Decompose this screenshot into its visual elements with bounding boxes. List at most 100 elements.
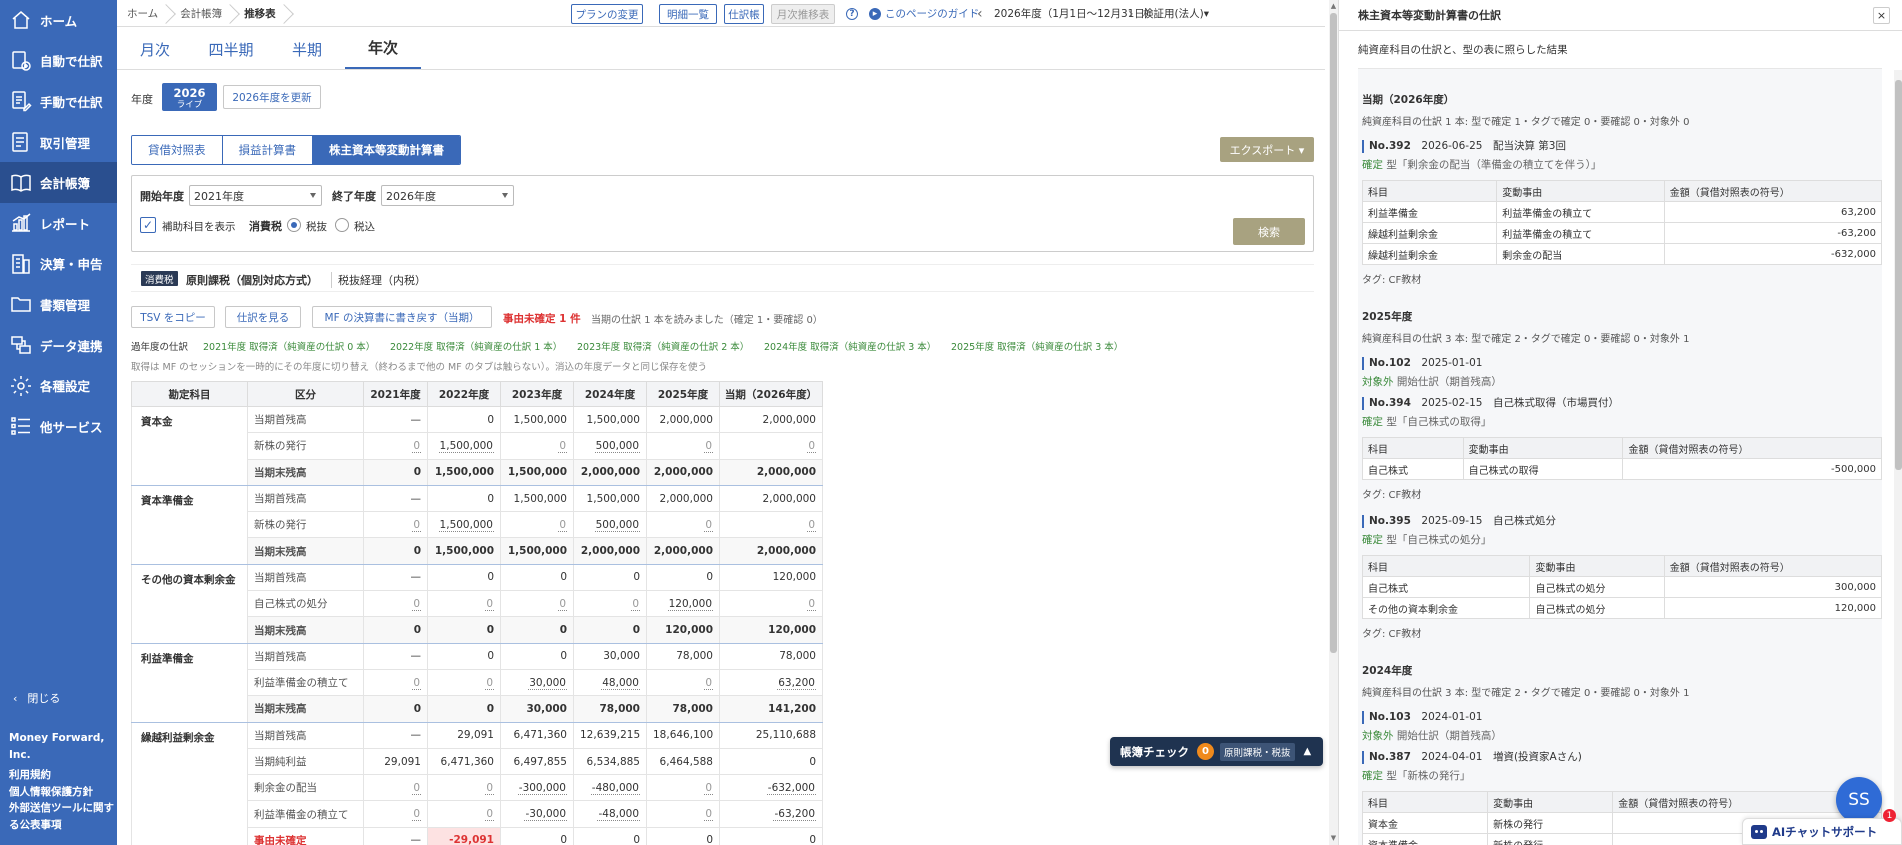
amount-cell[interactable]: 0 bbox=[363, 774, 428, 802]
amount-cell[interactable]: 0 bbox=[646, 432, 720, 460]
tab-annual[interactable]: 年次 bbox=[345, 28, 421, 70]
sidebar-item-1[interactable]: 自動で仕訳 bbox=[0, 41, 117, 82]
end-year-select[interactable]: 2026年度 bbox=[381, 185, 514, 206]
tab-balance-sheet[interactable]: 貸借対照表 bbox=[132, 136, 223, 164]
year-select-button[interactable]: 2026 ライブ bbox=[162, 83, 217, 111]
sidebar-item-0[interactable]: ホーム bbox=[0, 0, 117, 41]
journal-entry-link[interactable]: No.394 2025-02-15 自己株式取得（市場買付） bbox=[1362, 397, 1878, 410]
amount-cell[interactable]: 0 bbox=[573, 590, 647, 618]
update-year-button[interactable]: 2026年度を更新 bbox=[223, 85, 321, 109]
breadcrumb-ledger[interactable]: 会計帳簿 bbox=[170, 0, 234, 27]
prev-year-2024-link[interactable]: 2024年度 取得済（純資産の仕訳 3 本） bbox=[764, 339, 936, 353]
search-button[interactable]: 検索 bbox=[1233, 218, 1305, 245]
tab-income-statement[interactable]: 損益計算書 bbox=[222, 136, 313, 164]
journal-entry-link[interactable]: No.387 2024-04-01 増資(投資家Aさん) bbox=[1362, 751, 1878, 764]
amount-cell[interactable]: 48,000 bbox=[573, 668, 647, 697]
amount-cell[interactable]: 0 bbox=[719, 511, 823, 539]
amount-cell[interactable]: 500,000 bbox=[573, 432, 647, 460]
user-avatar[interactable]: SS bbox=[1836, 777, 1882, 823]
amount-cell[interactable]: 0 bbox=[363, 432, 428, 460]
amount-cell[interactable]: 0 bbox=[500, 590, 574, 618]
journal-entry-link[interactable]: No.103 2024-01-01 bbox=[1362, 711, 1878, 724]
sidebar-item-5[interactable]: レポート bbox=[0, 203, 117, 244]
amount-cell[interactable]: -48,000 bbox=[573, 800, 647, 828]
amount-cell[interactable]: 0 bbox=[719, 432, 823, 460]
tab-quarterly[interactable]: 四半期 bbox=[193, 28, 269, 70]
ai-chat-support-button[interactable]: AIチャットサポート bbox=[1742, 818, 1902, 845]
amount-cell[interactable]: 500,000 bbox=[573, 511, 647, 539]
amount-cell[interactable]: 0 bbox=[646, 668, 720, 697]
amount-cell[interactable]: -632,000 bbox=[719, 774, 823, 802]
amount-cell[interactable]: 30,000 bbox=[500, 668, 574, 697]
close-panel-button[interactable]: × bbox=[1873, 7, 1890, 24]
external-tools-link[interactable]: 外部送信ツールに関する公表事項 bbox=[9, 800, 117, 833]
amount-cell[interactable]: -480,000 bbox=[573, 774, 647, 802]
sidebar-close-button[interactable]: ‹ 閉じる bbox=[0, 688, 117, 708]
privacy-link[interactable]: 個人情報保護方針 bbox=[9, 784, 117, 801]
amount-cell[interactable]: 0 bbox=[646, 511, 720, 539]
amount-cell[interactable]: 0 bbox=[363, 668, 428, 697]
amount-cell[interactable]: 0 bbox=[427, 668, 501, 697]
panel-scroll-thumb[interactable] bbox=[1895, 80, 1902, 470]
sidebar-item-4[interactable]: 会計帳簿 bbox=[0, 162, 117, 203]
amount-cell[interactable]: -300,000 bbox=[500, 774, 574, 802]
journal-button[interactable]: 仕訳帳 bbox=[724, 4, 764, 24]
journal-entry-link[interactable]: No.102 2025-01-01 bbox=[1362, 357, 1878, 370]
next-year-button[interactable]: › bbox=[1128, 0, 1134, 27]
amount-cell[interactable]: 0 bbox=[500, 432, 574, 460]
start-year-select[interactable]: 2021年度 bbox=[189, 185, 322, 206]
sidebar-item-3[interactable]: 取引管理 bbox=[0, 122, 117, 163]
panel-scrollbar[interactable] bbox=[1894, 70, 1902, 845]
amount-cell[interactable]: -30,000 bbox=[500, 800, 574, 828]
show-sub-account-checkbox[interactable]: ✓ bbox=[140, 217, 156, 233]
page-guide-link[interactable]: ▸ このページのガイド bbox=[869, 0, 979, 27]
amount-cell[interactable]: 0 bbox=[646, 800, 720, 828]
prev-year-2022-link[interactable]: 2022年度 取得済（純資産の仕訳 1 本） bbox=[390, 339, 562, 353]
sidebar-item-7[interactable]: 書類管理 bbox=[0, 284, 117, 325]
amount-cell[interactable]: 0 bbox=[363, 590, 428, 618]
journal-entry-link[interactable]: No.395 2025-09-15 自己株式処分 bbox=[1362, 515, 1878, 528]
plan-change-button[interactable]: プランの変更 bbox=[571, 4, 643, 24]
prev-year-2025-link[interactable]: 2025年度 取得済（純資産の仕訳 3 本） bbox=[951, 339, 1123, 353]
view-journal-button[interactable]: 仕訳を見る bbox=[225, 306, 301, 328]
amount-cell[interactable]: 0 bbox=[500, 511, 574, 539]
amount-cell[interactable]: 1,500,000 bbox=[427, 432, 501, 460]
amount-cell[interactable]: 0 bbox=[427, 590, 501, 618]
sidebar-item-6[interactable]: 決算・申告 bbox=[0, 244, 117, 285]
detail-list-button[interactable]: 明細一覧 bbox=[659, 4, 717, 24]
sidebar-item-9[interactable]: 各種設定 bbox=[0, 365, 117, 406]
amount-cell[interactable]: 0 bbox=[427, 774, 501, 802]
amount-cell[interactable]: 0 bbox=[363, 800, 428, 828]
export-button[interactable]: エクスポート ▾ bbox=[1220, 137, 1314, 162]
prev-year-2021-link[interactable]: 2021年度 取得済（純資産の仕訳 0 本） bbox=[203, 339, 375, 353]
main-scroll-thumb[interactable] bbox=[1330, 13, 1337, 653]
amount-cell[interactable]: 63,200 bbox=[719, 668, 823, 697]
scroll-up-icon[interactable]: ▲ bbox=[1330, 2, 1337, 10]
scroll-down-icon[interactable]: ▼ bbox=[1330, 834, 1337, 842]
sidebar-item-8[interactable]: データ連携 bbox=[0, 325, 117, 366]
tab-half[interactable]: 半期 bbox=[269, 28, 345, 70]
prev-year-button[interactable]: ‹ bbox=[977, 0, 983, 27]
journal-entry-link[interactable]: No.392 2026-06-25 配当決算 第3回 bbox=[1362, 140, 1878, 153]
amount-cell[interactable]: 120,000 bbox=[646, 590, 720, 618]
tab-equity-statement[interactable]: 株主資本等変動計算書 bbox=[313, 136, 460, 164]
breadcrumb-home[interactable]: ホーム bbox=[117, 0, 170, 27]
sidebar-item-2[interactable]: 手動で仕訳 bbox=[0, 81, 117, 122]
main-scrollbar[interactable]: ▲ ▼ bbox=[1329, 0, 1338, 845]
ledger-check-button[interactable]: 帳簿チェック 0 原則課税・税抜 ▲ bbox=[1110, 737, 1323, 766]
amount-cell[interactable]: 0 bbox=[363, 511, 428, 539]
amount-cell[interactable]: -63,200 bbox=[719, 800, 823, 828]
tax-excluded-radio[interactable] bbox=[287, 218, 301, 232]
tax-included-radio[interactable] bbox=[335, 218, 349, 232]
amount-cell[interactable]: 0 bbox=[427, 800, 501, 828]
terms-link[interactable]: 利用規約 bbox=[9, 767, 117, 784]
account-menu[interactable]: 検証用(法人)▾ bbox=[1143, 0, 1209, 27]
sidebar-item-10[interactable]: 他サービス bbox=[0, 406, 117, 447]
amount-cell[interactable]: 0 bbox=[719, 590, 823, 618]
tab-monthly[interactable]: 月次 bbox=[117, 28, 193, 70]
prev-year-2023-link[interactable]: 2023年度 取得済（純資産の仕訳 2 本） bbox=[577, 339, 749, 353]
unconfirmed-warning[interactable]: 事由未確定 1 件 bbox=[503, 311, 581, 326]
amount-cell[interactable]: 1,500,000 bbox=[427, 511, 501, 539]
help-button[interactable]: ? bbox=[846, 0, 862, 27]
copy-tsv-button[interactable]: TSV をコピー bbox=[131, 306, 215, 328]
